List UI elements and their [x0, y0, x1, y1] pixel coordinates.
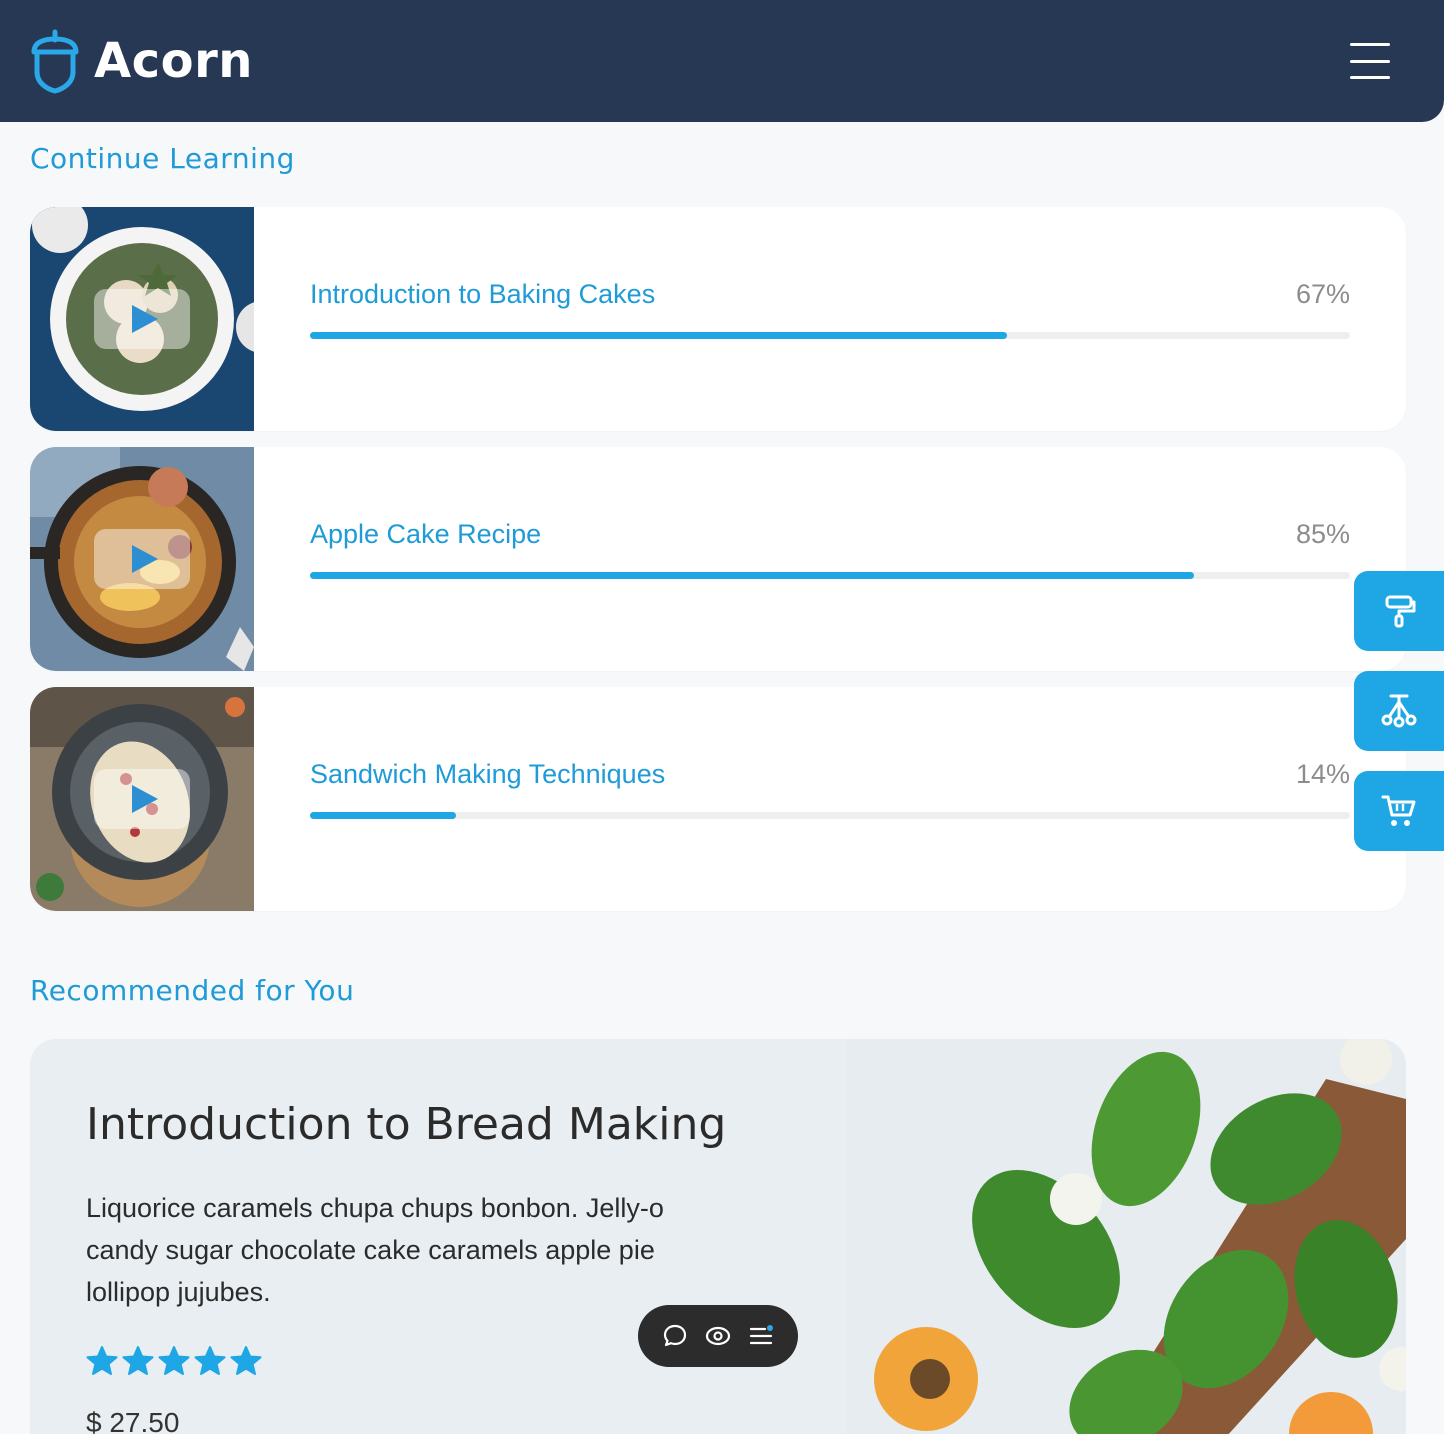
eye-icon[interactable]	[704, 1322, 732, 1350]
cart-button[interactable]	[1354, 771, 1444, 851]
paint-roller-icon	[1385, 595, 1416, 628]
course-progress-fill	[310, 332, 1007, 339]
recommended-course-image	[846, 1039, 1406, 1434]
course-progress-bar	[310, 332, 1350, 339]
customize-button[interactable]	[1354, 571, 1444, 651]
star-icon	[158, 1346, 190, 1375]
course-list: Introduction to Baking Cakes 67% Apple C…	[30, 207, 1406, 927]
star-icon	[194, 1346, 226, 1375]
course-progress-percent: 14%	[1295, 759, 1350, 789]
star-icon	[122, 1346, 154, 1375]
course-card[interactable]: Apple Cake Recipe 85%	[30, 447, 1406, 671]
course-progress-percent: 85%	[1295, 519, 1350, 549]
course-thumbnail[interactable]	[30, 447, 254, 671]
course-thumbnail[interactable]	[30, 687, 254, 911]
course-progress-bar	[310, 812, 1350, 819]
chat-bubble-icon[interactable]	[661, 1322, 689, 1350]
flow-icon	[1381, 694, 1417, 728]
rating-stars	[86, 1345, 262, 1377]
menu-hamburger-icon[interactable]	[1350, 43, 1390, 79]
recommended-course-description: Liquorice caramels chupa chups bonbon. J…	[86, 1193, 664, 1307]
play-icon	[132, 785, 158, 813]
side-toolbar	[1354, 571, 1444, 871]
course-thumbnail[interactable]	[30, 207, 254, 431]
course-name[interactable]: Introduction to Baking Cakes	[310, 279, 655, 310]
cart-icon	[1381, 795, 1416, 826]
recommended-course-card[interactable]: Introduction to Bread Making Liquorice c…	[30, 1039, 1406, 1434]
continue-learning-title: Continue Learning	[30, 142, 295, 175]
recommended-title: Recommended for You	[30, 974, 355, 1007]
course-card[interactable]: Sandwich Making Techniques 14%	[30, 687, 1406, 911]
brand-name: Acorn	[94, 33, 253, 89]
play-icon	[132, 305, 158, 333]
acorn-logo-icon	[31, 29, 79, 94]
star-icon	[230, 1346, 262, 1375]
list-icon[interactable]	[747, 1322, 775, 1350]
play-icon	[132, 545, 158, 573]
floating-toolbar	[638, 1305, 798, 1367]
course-name[interactable]: Apple Cake Recipe	[310, 519, 541, 550]
star-icon	[86, 1346, 118, 1375]
layout-builder-button[interactable]	[1354, 671, 1444, 751]
recommended-course-title[interactable]: Introduction to Bread Making	[86, 1099, 726, 1150]
play-button[interactable]	[94, 289, 190, 349]
course-card[interactable]: Introduction to Baking Cakes 67%	[30, 207, 1406, 431]
course-progress-percent: 67%	[1295, 279, 1350, 309]
course-name[interactable]: Sandwich Making Techniques	[310, 759, 665, 790]
play-button[interactable]	[94, 769, 190, 829]
course-price: $ 27.50	[86, 1407, 180, 1434]
app-header: Acorn	[0, 0, 1444, 122]
brand[interactable]: Acorn	[30, 28, 253, 94]
play-button[interactable]	[94, 529, 190, 589]
course-progress-fill	[310, 572, 1194, 579]
course-progress-bar	[310, 572, 1350, 579]
course-progress-fill	[310, 812, 456, 819]
